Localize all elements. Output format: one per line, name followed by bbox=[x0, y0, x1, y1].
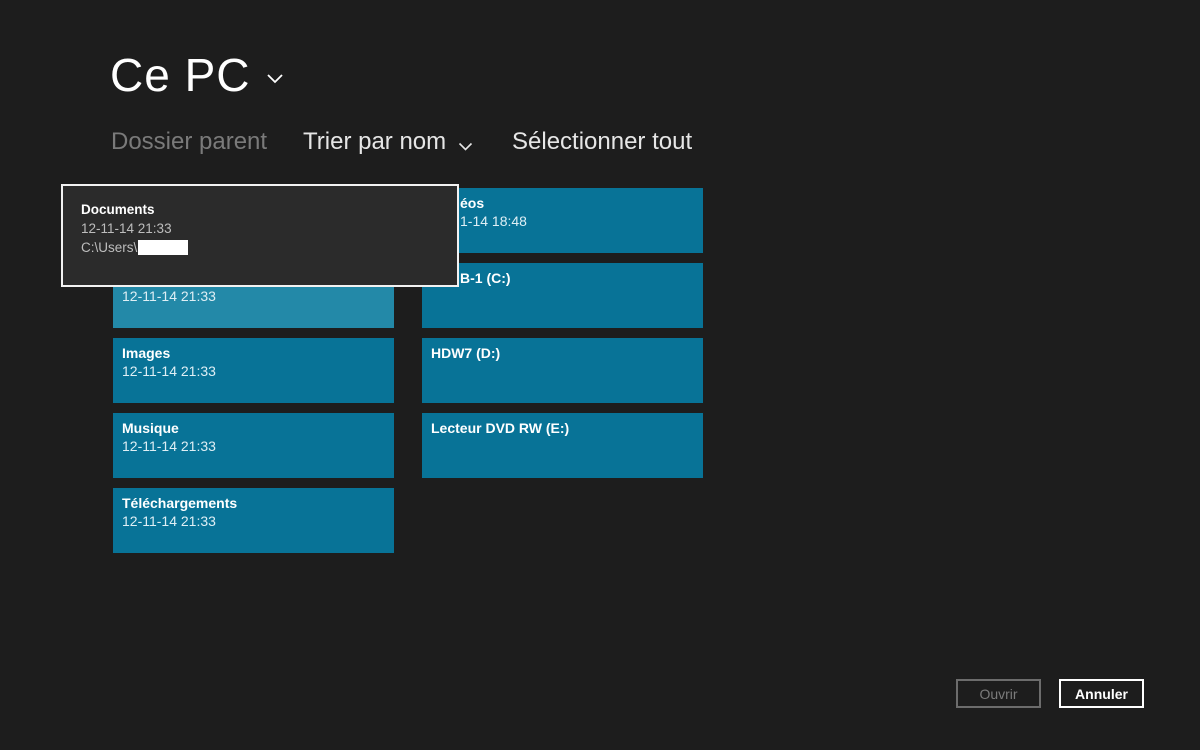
tile-name: Téléchargements bbox=[122, 495, 238, 511]
tooltip-path: C:\Users\ bbox=[81, 240, 138, 255]
tile-telechargements[interactable]: Téléchargements 12-11-14 21:33 bbox=[113, 488, 394, 553]
redacted-username bbox=[138, 240, 189, 255]
tile-name: Lecteur DVD RW (E:) bbox=[431, 420, 570, 436]
tile-date: 12-11-14 21:33 bbox=[122, 288, 216, 304]
parent-folder-label: Dossier parent bbox=[111, 128, 268, 155]
tooltip: Documents 12-11-14 21:33 C:\Users\ bbox=[61, 184, 459, 287]
tooltip-name: Documents bbox=[81, 202, 155, 217]
tile-name: HDW7 (D:) bbox=[431, 345, 501, 361]
open-button[interactable]: Ouvrir bbox=[956, 679, 1041, 708]
location-selector[interactable]: Ce PC bbox=[110, 48, 284, 102]
tile-videos[interactable]: éos 1-14 18:48 bbox=[422, 188, 703, 253]
tile-date: 12-11-14 21:33 bbox=[122, 438, 216, 454]
tooltip-date: 12-11-14 21:33 bbox=[81, 221, 172, 236]
select-all-button[interactable]: Sélectionner tout bbox=[512, 128, 692, 156]
sort-label: Trier par nom bbox=[303, 128, 447, 155]
tooltip-path-row: C:\Users\ bbox=[81, 238, 439, 257]
tile-name: éos bbox=[460, 195, 485, 211]
tile-drive-d[interactable]: HDW7 (D:) bbox=[422, 338, 703, 403]
chevron-down-icon bbox=[266, 71, 284, 89]
chevron-down-icon bbox=[458, 130, 473, 158]
select-all-label: Sélectionner tout bbox=[512, 128, 693, 155]
tile-date: 1-14 18:48 bbox=[460, 213, 527, 229]
tile-date: 12-11-14 21:33 bbox=[122, 513, 216, 529]
tile-drive-c[interactable]: B-1 (C:) bbox=[422, 263, 703, 328]
parent-folder-button[interactable]: Dossier parent bbox=[111, 128, 303, 156]
sort-by-name-button[interactable]: Trier par nom bbox=[303, 126, 512, 158]
tile-name: B-1 (C:) bbox=[460, 270, 511, 286]
page-title: Ce PC bbox=[110, 49, 251, 101]
command-bar: Dossier parent Trier par nom Sélectionne… bbox=[111, 126, 692, 158]
tile-name: Images bbox=[122, 345, 171, 361]
tile-date: 12-11-14 21:33 bbox=[122, 363, 216, 379]
cancel-button[interactable]: Annuler bbox=[1059, 679, 1144, 708]
tile-dvd-drive[interactable]: Lecteur DVD RW (E:) bbox=[422, 413, 703, 478]
file-picker-page: Ce PC Dossier parent Trier par nom Sélec… bbox=[0, 0, 1200, 750]
tile-name: Musique bbox=[122, 420, 179, 436]
tile-images[interactable]: Images 12-11-14 21:33 bbox=[113, 338, 394, 403]
tile-musique[interactable]: Musique 12-11-14 21:33 bbox=[113, 413, 394, 478]
